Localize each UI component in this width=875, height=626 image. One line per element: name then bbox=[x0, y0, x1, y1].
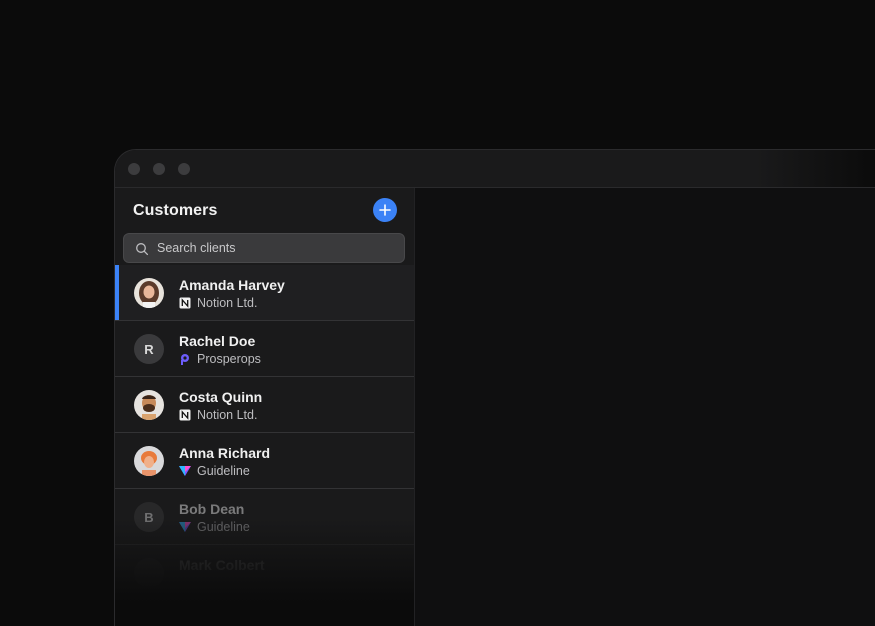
customer-name: Costa Quinn bbox=[179, 389, 263, 405]
search-input[interactable]: Search clients bbox=[123, 233, 405, 263]
search-placeholder: Search clients bbox=[157, 241, 236, 255]
customer-company: Guideline bbox=[179, 520, 250, 534]
company-label: Guideline bbox=[197, 520, 250, 534]
app-window: Customers Search clients Amanda Harvey N… bbox=[114, 149, 875, 626]
customer-name: Anna Richard bbox=[179, 445, 271, 461]
customer-name: Bob Dean bbox=[179, 501, 245, 517]
plus-icon bbox=[379, 204, 391, 216]
prosperops-logo-icon bbox=[181, 354, 189, 365]
avatar bbox=[134, 278, 164, 308]
customer-name: Rachel Doe bbox=[179, 333, 256, 349]
notion-logo-icon bbox=[179, 297, 191, 309]
customer-row-mark-colbert[interactable]: Mark Colbert bbox=[115, 545, 414, 601]
customer-company: Notion Ltd. bbox=[179, 408, 257, 422]
customer-company: Guideline bbox=[179, 464, 250, 478]
window-close-dot[interactable] bbox=[128, 163, 140, 175]
customers-sidebar: Customers Search clients Amanda Harvey N… bbox=[115, 188, 415, 626]
company-label: Guideline bbox=[197, 464, 250, 478]
sidebar-title: Customers bbox=[133, 202, 218, 219]
customer-company: Prosperops bbox=[179, 352, 261, 366]
customer-row-bob-dean[interactable]: B Bob Dean Guideline bbox=[115, 489, 414, 545]
window-minimize-dot[interactable] bbox=[153, 163, 165, 175]
title-bar bbox=[115, 150, 875, 188]
customer-list: Amanda Harvey Notion Ltd. R Rachel Doe P… bbox=[115, 265, 414, 601]
avatar bbox=[134, 446, 164, 476]
avatar bbox=[134, 390, 164, 420]
company-label: Prosperops bbox=[197, 352, 261, 366]
customer-name: Mark Colbert bbox=[179, 557, 265, 573]
add-customer-button[interactable] bbox=[373, 198, 397, 222]
search-icon bbox=[136, 243, 149, 256]
notion-logo-icon bbox=[179, 409, 191, 421]
avatar: B bbox=[134, 502, 164, 532]
customer-name: Amanda Harvey bbox=[179, 277, 285, 293]
guideline-logo-icon bbox=[179, 522, 191, 532]
window-maximize-dot[interactable] bbox=[178, 163, 190, 175]
titlebar-fade bbox=[756, 150, 875, 187]
customer-row-anna-richard[interactable]: Anna Richard Guideline bbox=[115, 433, 414, 489]
customer-row-rachel-doe[interactable]: R Rachel Doe Prosperops bbox=[115, 321, 414, 377]
avatar: R bbox=[134, 334, 164, 364]
customer-row-costa-quinn[interactable]: Costa Quinn Notion Ltd. bbox=[115, 377, 414, 433]
avatar bbox=[134, 558, 164, 588]
customer-row-amanda-harvey[interactable]: Amanda Harvey Notion Ltd. bbox=[115, 265, 414, 321]
guideline-logo-icon bbox=[179, 466, 191, 476]
company-label: Notion Ltd. bbox=[197, 296, 258, 310]
selection-indicator bbox=[115, 265, 119, 320]
customer-company: Notion Ltd. bbox=[179, 296, 257, 310]
company-label: Notion Ltd. bbox=[197, 408, 258, 422]
